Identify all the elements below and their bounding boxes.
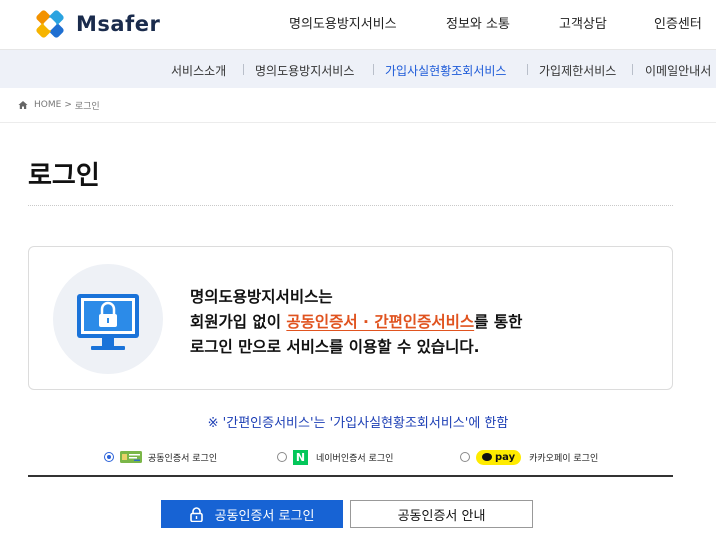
- info-line-2-suffix: 를 통한: [474, 313, 523, 331]
- kakaopay-icon-text: pay: [495, 451, 516, 463]
- certificate-guide-button[interactable]: 공동인증서 안내: [350, 500, 533, 528]
- simple-auth-notice: ※ '간편인증서비스'는 '가입사실현황조회서비스'에 한함: [207, 416, 509, 431]
- top-header: Msafer 명의도용방지서비스 정보와 소통 고객상담 인증센터: [0, 0, 716, 50]
- title-divider: [28, 205, 673, 206]
- option-naver-label: 네이버인증서 로그인: [316, 453, 394, 464]
- info-message: 명의도용방지서비스는 회원가입 없이 공동인증서 · 간편인증서비스를 통한 로…: [190, 285, 522, 360]
- option-certificate-label: 공동인증서 로그인: [148, 453, 218, 464]
- breadcrumb-separator: >: [64, 100, 72, 110]
- certificate-login-button[interactable]: 공동인증서 로그인: [161, 500, 343, 528]
- kakaopay-icon: pay: [476, 449, 522, 465]
- breadcrumb-home[interactable]: HOME: [34, 100, 61, 110]
- main-nav: 명의도용방지서비스 정보와 소통 고객상담 인증센터: [0, 13, 716, 35]
- naver-icon: N: [293, 449, 308, 465]
- lock-icon: [189, 506, 203, 522]
- subnav-item-subscription-limit[interactable]: 가입제한서비스: [539, 62, 616, 79]
- subnav-item-identity-protection[interactable]: 명의도용방지서비스: [255, 62, 354, 79]
- info-line-1: 명의도용방지서비스는: [190, 288, 333, 306]
- kakao-bubble-icon: [482, 453, 492, 461]
- info-illustration: [53, 264, 163, 374]
- info-line-2: 회원가입 없이 공동인증서 · 간편인증서비스를 통한: [190, 310, 522, 335]
- nav-item-info-communication[interactable]: 정보와 소통: [446, 13, 510, 32]
- option-kakaopay-label: 카카오페이 로그인: [529, 453, 599, 464]
- home-icon[interactable]: [18, 100, 28, 110]
- option-kakaopay-login[interactable]: pay 카카오페이 로그인: [460, 448, 598, 466]
- option-naver-login[interactable]: N 네이버인증서 로그인: [277, 448, 393, 466]
- subnav-item-email-notice[interactable]: 이메일안내서: [645, 62, 711, 79]
- page-title: 로그인: [28, 161, 100, 191]
- nav-item-certificate-center[interactable]: 인증센터: [654, 13, 702, 32]
- info-line-2-prefix: 회원가입 없이: [190, 313, 287, 331]
- breadcrumb-current: 로그인: [74, 101, 100, 112]
- subnav-divider: [373, 64, 374, 75]
- subnav-divider: [243, 64, 244, 75]
- secure-monitor-icon: [77, 294, 139, 350]
- radio-kakaopay[interactable]: [460, 452, 470, 462]
- sub-nav: 서비스소개 명의도용방지서비스 가입사실현황조회서비스 가입제한서비스 이메일안…: [0, 50, 716, 88]
- nav-item-identity-protection[interactable]: 명의도용방지서비스: [289, 13, 397, 32]
- option-certificate-login[interactable]: 공동인증서 로그인: [104, 448, 217, 466]
- subnav-divider: [527, 64, 528, 75]
- breadcrumb-divider: [0, 122, 716, 123]
- options-divider: [28, 475, 673, 477]
- login-info-box: 명의도용방지서비스는 회원가입 없이 공동인증서 · 간편인증서비스를 통한 로…: [28, 246, 673, 390]
- subnav-item-subscription-inquiry[interactable]: 가입사실현황조회서비스: [385, 62, 506, 79]
- nav-item-customer-support[interactable]: 고객상담: [559, 13, 607, 32]
- subnav-item-service-intro[interactable]: 서비스소개: [171, 62, 226, 79]
- radio-naver[interactable]: [277, 452, 287, 462]
- breadcrumb: HOME > 로그인: [18, 98, 100, 112]
- info-highlight: 공동인증서 · 간편인증서비스: [286, 313, 475, 331]
- info-line-3: 로그인 만으로 서비스를 이용할 수 있습니다.: [190, 338, 480, 356]
- subnav-divider: [632, 64, 633, 75]
- certificate-icon: [120, 451, 142, 463]
- radio-certificate[interactable]: [104, 452, 114, 462]
- certificate-login-label: 공동인증서 로그인: [214, 508, 315, 524]
